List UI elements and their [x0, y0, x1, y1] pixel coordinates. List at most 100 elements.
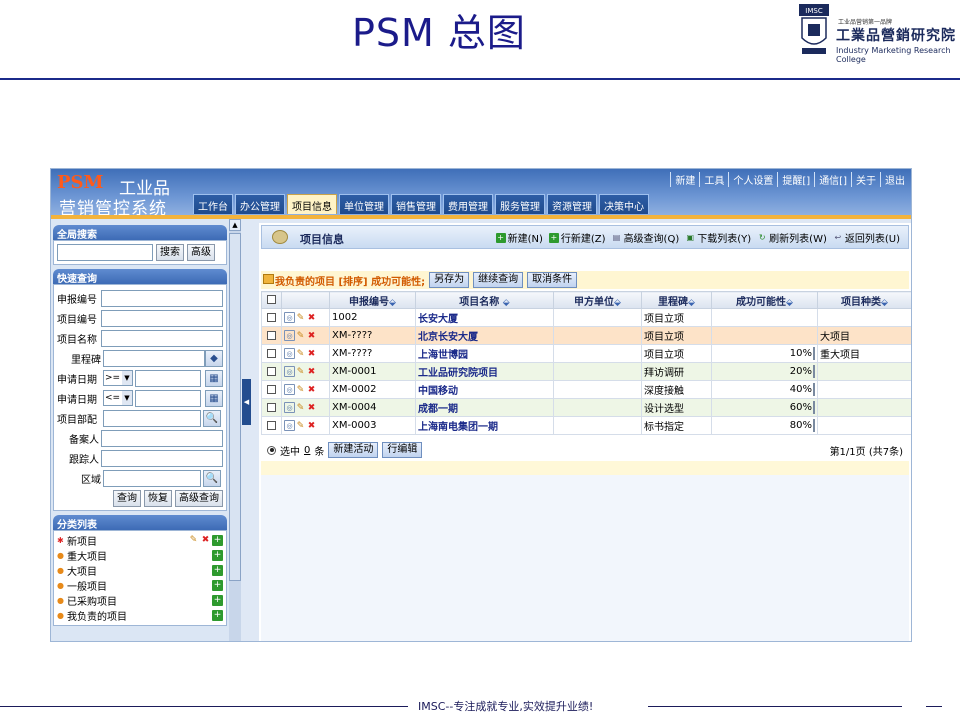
- row-checkbox[interactable]: [267, 330, 276, 340]
- project-name-link[interactable]: 上海世博园: [418, 350, 468, 361]
- scroll-thumb[interactable]: [229, 233, 241, 581]
- refresh-list-button[interactable]: ↻ 刷新列表(W): [757, 230, 827, 246]
- select-all-cell[interactable]: [261, 291, 282, 309]
- view-icon[interactable]: ◎: [284, 365, 295, 377]
- cell-project-name[interactable]: 上海世博园: [415, 344, 554, 363]
- tab-workbench[interactable]: 工作台: [193, 194, 233, 214]
- row-select-cell[interactable]: [261, 398, 282, 417]
- collapse-sidebar-handle[interactable]: ◀: [242, 379, 251, 425]
- table-row[interactable]: ◎ ✎ ✖ XM-0003 上海南电集团一期 标书指定 80%: [261, 416, 911, 435]
- project-name-link[interactable]: 中国移动: [418, 386, 458, 397]
- table-row[interactable]: ◎ ✎ ✖ XM-0001 工业品研究院项目 拜访调研 20%: [261, 362, 911, 381]
- col-header-milestone[interactable]: 里程碑⬙: [641, 291, 712, 309]
- top-link-about[interactable]: 关于: [851, 172, 880, 187]
- delete-icon[interactable]: ✖: [306, 367, 317, 378]
- tab-decision[interactable]: 决策中心: [599, 194, 649, 214]
- date-to-input[interactable]: [135, 389, 201, 407]
- global-search-input[interactable]: [57, 244, 153, 261]
- select-all-checkbox[interactable]: [267, 295, 276, 304]
- tab-office[interactable]: 办公管理: [235, 194, 285, 214]
- category-item-major[interactable]: ● 重大项目 +: [57, 548, 223, 563]
- col-header-probability[interactable]: 成功可能性⬙: [711, 291, 818, 309]
- advanced-search-button[interactable]: ▤ 高级查询(Q): [612, 230, 679, 246]
- query-filer-input[interactable]: [101, 429, 223, 447]
- edit-icon[interactable]: ✎: [295, 331, 306, 342]
- edit-icon[interactable]: ✎: [295, 385, 306, 396]
- table-row[interactable]: ◎ ✎ ✖ 1002 长安大厦 项目立项: [261, 308, 911, 327]
- cell-project-name[interactable]: 上海南电集团一期: [415, 416, 554, 435]
- query-region-input[interactable]: [103, 469, 201, 487]
- edit-icon[interactable]: ✎: [295, 421, 306, 432]
- category-item-large[interactable]: ● 大项目 +: [57, 563, 223, 578]
- date-from-input[interactable]: [135, 369, 201, 387]
- continue-query-button[interactable]: 继续查询: [473, 272, 524, 288]
- milestone-picker-button[interactable]: ◆: [205, 349, 223, 367]
- reset-button[interactable]: 恢复: [144, 490, 172, 507]
- col-header-type[interactable]: 项目种类⬙: [817, 291, 911, 309]
- query-project-no-input[interactable]: [101, 309, 223, 327]
- save-as-button[interactable]: 另存为: [429, 272, 470, 288]
- top-link-tools[interactable]: 工具: [699, 172, 728, 187]
- view-icon[interactable]: ◎: [284, 311, 295, 323]
- advanced-query-button[interactable]: 高级查询: [175, 490, 223, 507]
- scroll-up-icon[interactable]: ▲: [229, 219, 241, 231]
- row-new-button[interactable]: + 行新建(Z): [548, 230, 606, 245]
- row-select-cell[interactable]: [261, 326, 282, 345]
- tab-sales[interactable]: 销售管理: [391, 194, 441, 214]
- query-milestone-input[interactable]: [103, 349, 205, 367]
- global-search-button[interactable]: 搜索: [156, 244, 184, 261]
- global-advanced-button[interactable]: 高级: [187, 244, 215, 261]
- delete-icon[interactable]: ✖: [306, 403, 317, 414]
- table-row[interactable]: ◎ ✎ ✖ XM-0004 成都一期 设计选型 60%: [261, 398, 911, 417]
- download-list-button[interactable]: ▣ 下载列表(Y): [685, 230, 751, 246]
- cell-project-name[interactable]: 长安大厦: [415, 308, 554, 327]
- col-header-client[interactable]: 甲方单位⬙: [553, 291, 642, 309]
- col-header-report-no[interactable]: 申报编号⬙: [329, 291, 416, 309]
- row-checkbox[interactable]: [267, 402, 276, 412]
- view-icon[interactable]: ◎: [284, 347, 295, 359]
- top-link-logout[interactable]: 退出: [880, 172, 909, 187]
- row-checkbox[interactable]: [267, 312, 276, 322]
- table-row[interactable]: ◎ ✎ ✖ XM-???? 上海世博园 项目立项 10% 重大项目: [261, 344, 911, 363]
- add-icon[interactable]: +: [212, 580, 223, 591]
- delete-icon[interactable]: ✖: [200, 535, 211, 546]
- row-edit-button[interactable]: 行编辑: [382, 442, 423, 458]
- tab-resources[interactable]: 资源管理: [547, 194, 597, 214]
- search-icon[interactable]: 🔍: [203, 469, 221, 487]
- row-checkbox[interactable]: [267, 366, 276, 376]
- row-select-cell[interactable]: [261, 344, 282, 363]
- tab-units[interactable]: 单位管理: [339, 194, 389, 214]
- cell-project-name[interactable]: 成都一期: [415, 398, 554, 417]
- delete-icon[interactable]: ✖: [306, 385, 317, 396]
- col-header-project-name[interactable]: 项目名称 ⬙: [415, 291, 554, 309]
- row-select-cell[interactable]: [261, 362, 282, 381]
- project-name-link[interactable]: 北京长安大厦: [418, 332, 478, 343]
- add-icon[interactable]: +: [212, 565, 223, 576]
- cell-project-name[interactable]: 北京长安大厦: [415, 326, 554, 345]
- project-name-link[interactable]: 工业品研究院项目: [418, 368, 498, 379]
- category-item-general[interactable]: ● 一般项目 +: [57, 578, 223, 593]
- delete-icon[interactable]: ✖: [306, 421, 317, 432]
- row-checkbox[interactable]: [267, 348, 276, 358]
- row-select-cell[interactable]: [261, 308, 282, 327]
- table-row[interactable]: ◎ ✎ ✖ XM-???? 北京长安大厦 项目立项 大项目: [261, 326, 911, 345]
- edit-icon[interactable]: ✎: [295, 349, 306, 360]
- view-icon[interactable]: ◎: [284, 419, 295, 431]
- category-item-purchased[interactable]: ● 已采购项目 +: [57, 593, 223, 608]
- project-name-link[interactable]: 成都一期: [418, 404, 458, 415]
- back-to-list-button[interactable]: ↩ 返回列表(U): [833, 230, 900, 246]
- top-link-reminders[interactable]: 提醒[]: [777, 172, 814, 187]
- sidebar-scrollbar[interactable]: ▲: [229, 219, 241, 641]
- add-icon[interactable]: +: [212, 550, 223, 561]
- row-select-cell[interactable]: [261, 416, 282, 435]
- cancel-conditions-button[interactable]: 取消条件: [527, 272, 578, 288]
- search-icon[interactable]: 🔍: [203, 409, 221, 427]
- top-link-messages[interactable]: 通信[]: [814, 172, 851, 187]
- new-button[interactable]: + 新建(N): [495, 230, 543, 245]
- table-row[interactable]: ◎ ✎ ✖ XM-0002 中国移动 深度接触 40%: [261, 380, 911, 399]
- edit-icon[interactable]: ✎: [188, 535, 199, 546]
- add-icon[interactable]: +: [212, 535, 223, 546]
- query-dept-input[interactable]: [103, 409, 201, 427]
- calendar-icon[interactable]: ▦: [205, 369, 223, 387]
- tab-service[interactable]: 服务管理: [495, 194, 545, 214]
